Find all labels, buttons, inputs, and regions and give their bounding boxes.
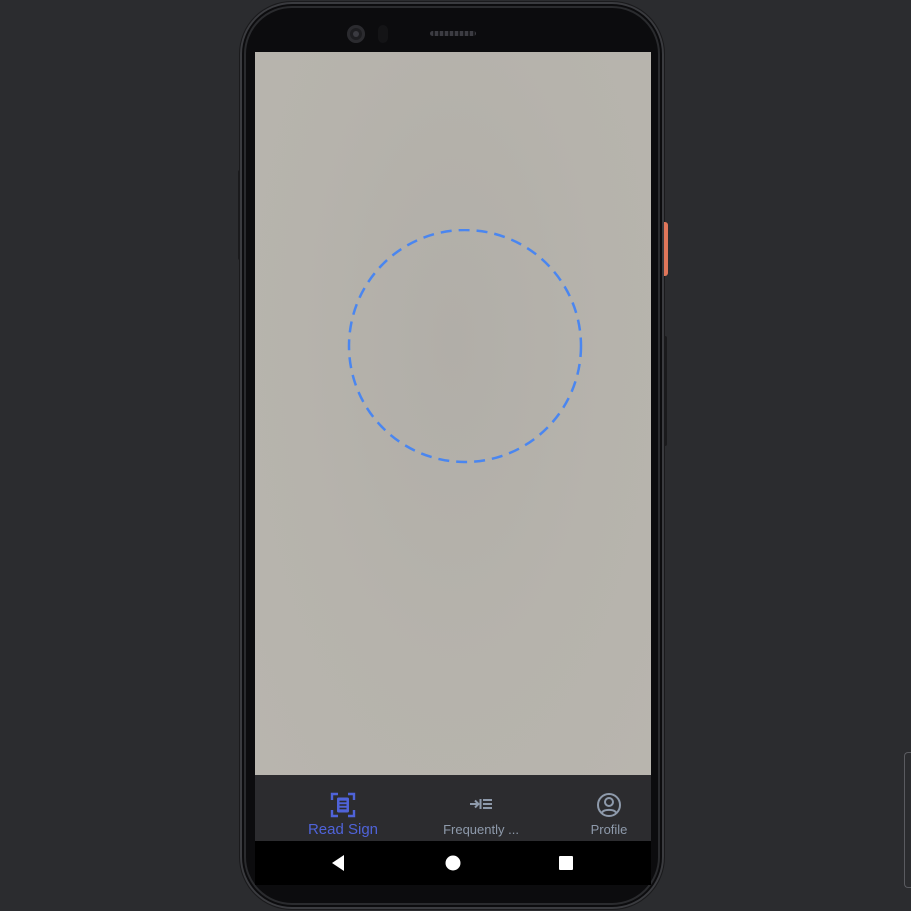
proximity-sensor <box>378 25 388 43</box>
emulator-side-panel-edge <box>904 752 911 888</box>
power-button[interactable] <box>664 222 668 276</box>
bottom-navigation-bar: Read Sign Frequently ... Profile <box>255 775 651 841</box>
front-camera-icon <box>347 25 365 43</box>
scan-target-ring <box>347 229 583 464</box>
camera-viewfinder[interactable] <box>255 52 651 775</box>
nav-label-frequently: Frequently ... <box>443 822 519 837</box>
nav-label-profile: Profile <box>590 822 628 837</box>
account-circle-icon <box>595 791 623 819</box>
nav-item-frequently[interactable]: Frequently ... <box>435 775 527 841</box>
recent-square-icon[interactable] <box>554 851 578 875</box>
earpiece-speaker <box>430 31 476 36</box>
nav-item-profile[interactable]: Profile <box>579 775 639 841</box>
nav-item-read-sign[interactable]: Read Sign <box>301 775 385 841</box>
volume-rocker[interactable] <box>664 336 667 446</box>
list-indent-icon <box>467 791 495 819</box>
phone-screen: Read Sign Frequently ... Profile <box>255 52 651 885</box>
document-scan-icon <box>329 791 357 819</box>
android-system-nav-bar <box>255 841 651 885</box>
back-triangle-icon[interactable] <box>326 851 350 875</box>
home-circle-icon[interactable] <box>441 851 465 875</box>
emulator-stage: Read Sign Frequently ... Profile <box>0 0 911 911</box>
nav-label-read-sign: Read Sign <box>307 821 379 838</box>
